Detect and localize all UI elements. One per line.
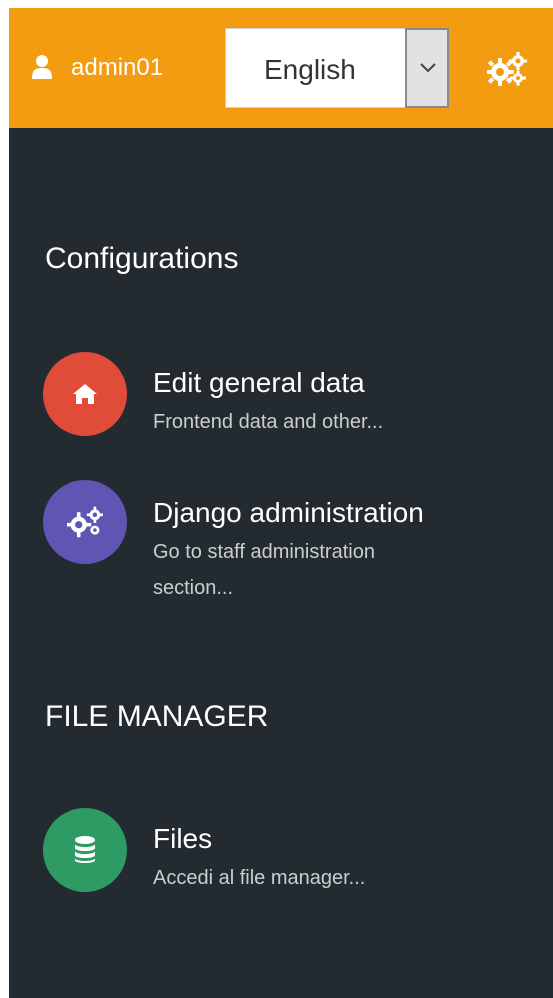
- menu-item-title: Django administration: [153, 497, 424, 528]
- database-icon: [75, 836, 95, 863]
- menu-item-description: Accedi al file manager...: [153, 867, 366, 889]
- language-select[interactable]: English: [225, 28, 449, 108]
- menu-item-title: Files: [153, 823, 213, 854]
- home-icon: [73, 384, 97, 404]
- menu-item-description: Go to staff administration section...: [153, 541, 375, 599]
- admin-sidebar: admin01 English Configurations Edit gene…: [9, 8, 553, 998]
- gears-icon: [67, 506, 103, 538]
- database-icon-badge: [43, 808, 127, 892]
- menu-item-files[interactable]: Files Accedi al file manager...: [43, 808, 533, 898]
- language-dropdown-button[interactable]: [405, 28, 449, 108]
- menu-item-description: Frontend data and other...: [153, 411, 384, 433]
- section-title-file-manager: FILE MANAGER: [45, 700, 269, 733]
- home-icon-badge: [43, 352, 127, 436]
- user-icon: [32, 55, 52, 79]
- gears-icon-badge: [43, 480, 127, 564]
- username[interactable]: admin01: [71, 54, 163, 82]
- gears-icon[interactable]: [487, 52, 527, 86]
- menu-item-title: Edit general data: [153, 367, 365, 398]
- top-bar: admin01 English: [9, 8, 553, 128]
- menu-item-edit-general-data[interactable]: Edit general data Frontend data and othe…: [43, 352, 533, 442]
- menu-item-django-administration[interactable]: Django administration Go to staff admini…: [43, 480, 533, 610]
- section-title-configurations: Configurations: [45, 242, 239, 275]
- chevron-down-icon: [420, 63, 436, 73]
- language-selected-value: English: [264, 54, 356, 85]
